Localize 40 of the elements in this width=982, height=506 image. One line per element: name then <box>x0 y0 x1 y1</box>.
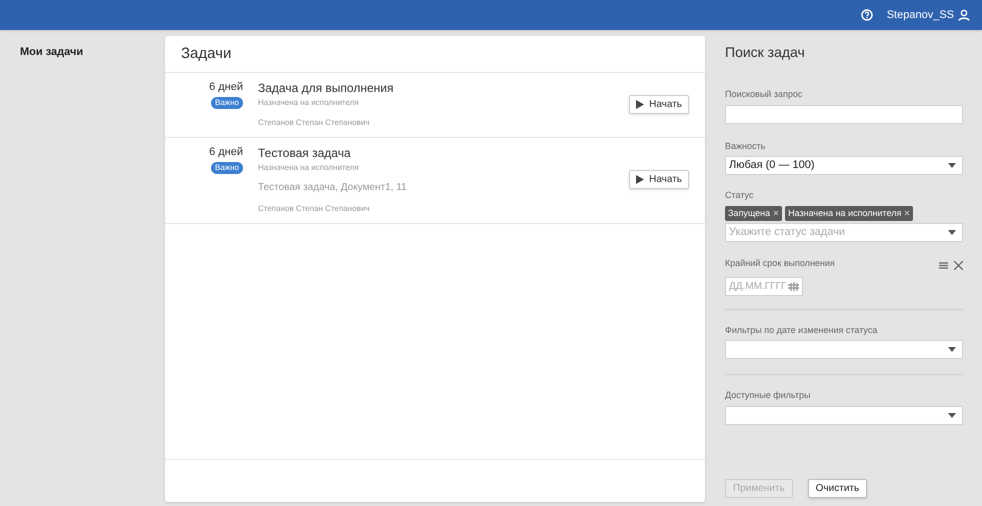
panel-title: Поиск задач <box>725 43 806 62</box>
clear-button[interactable]: Очистить <box>808 479 868 498</box>
start-button[interactable]: Начать <box>629 170 689 189</box>
task-author: Степанов Степан Степанович <box>258 117 370 129</box>
remove-icon[interactable] <box>904 210 910 216</box>
field-label: Важность <box>725 140 766 152</box>
priority-tag: Важно <box>210 96 243 108</box>
field-label: Доступные фильтры <box>725 389 812 402</box>
priority-tag: Важно <box>210 162 243 174</box>
task-status: Назначена на исполнителя <box>258 97 360 109</box>
play-icon <box>636 100 644 108</box>
field-label: Фильтры по дате изменения статуса <box>725 324 878 337</box>
field-label: Крайний срок выполнения <box>725 257 835 270</box>
close-icon[interactable] <box>954 260 963 270</box>
status-tag[interactable]: Запущена <box>725 206 782 221</box>
due-time: 6 дней <box>209 80 243 95</box>
sidebar-item[interactable]: Мои задачи <box>20 44 165 60</box>
help-icon[interactable] <box>860 9 873 21</box>
task-status: Назначена на исполнителя <box>258 162 360 174</box>
field-label: Поисковый запрос <box>725 88 804 101</box>
dropdown-caret-icon <box>948 412 956 418</box>
dropdown-caret-icon <box>948 347 956 352</box>
play-icon <box>636 175 644 184</box>
user-icon[interactable] <box>958 9 970 21</box>
dropdown-caret-icon <box>948 230 956 235</box>
task-title[interactable]: Задача для выполнения <box>258 79 630 97</box>
status-tag[interactable]: Назначена на исполнителя <box>785 206 914 221</box>
remove-icon[interactable] <box>773 210 780 216</box>
due-time: 6 дней <box>209 145 243 160</box>
start-button[interactable]: Начать <box>629 94 689 114</box>
calendar-icon[interactable] <box>788 282 799 290</box>
task-details: Тестовая задача, Документ1, 11 <box>258 181 408 195</box>
user-name[interactable]: Stepanov_SS <box>886 6 954 24</box>
panel-title: Задачи <box>165 36 705 73</box>
search-query-field[interactable] <box>725 104 963 124</box>
field-label: Статус <box>725 189 754 202</box>
dropdown-caret-icon <box>948 163 956 168</box>
task-author: Степанов Степан Степанович <box>258 203 370 215</box>
task-title[interactable]: Тестовая задача <box>258 144 630 162</box>
importance-select[interactable]: Любая (0 — 100) <box>725 156 963 175</box>
